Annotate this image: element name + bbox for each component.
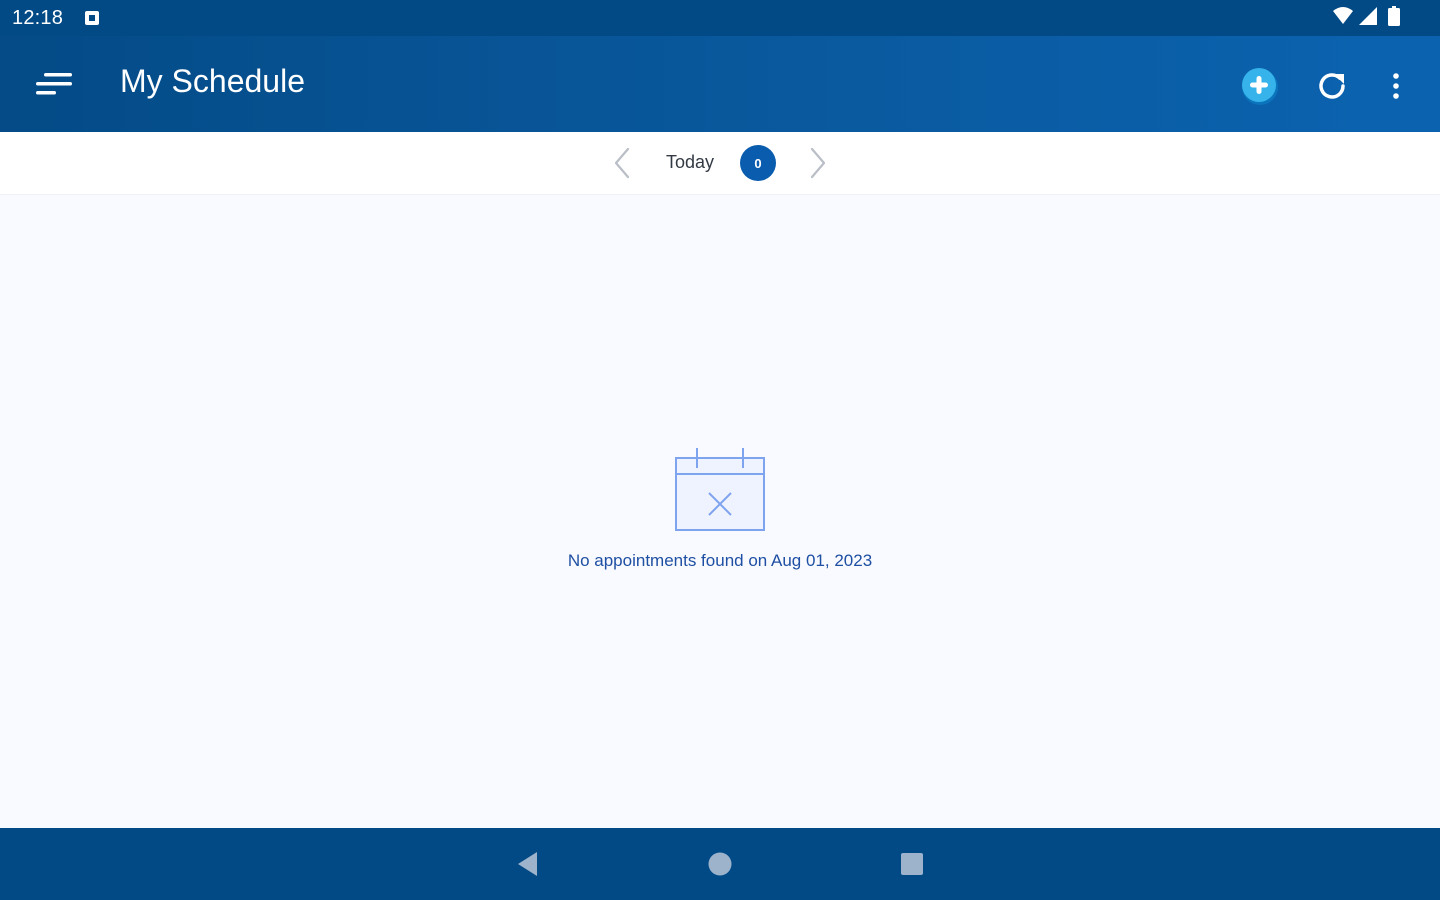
battery-icon <box>1388 5 1400 31</box>
system-back-button[interactable] <box>508 846 548 882</box>
menu-icon <box>36 73 72 95</box>
refresh-button[interactable] <box>1308 62 1356 110</box>
calendar-cancel-icon <box>670 444 770 536</box>
chevron-left-icon <box>614 147 630 179</box>
add-circle-icon <box>1242 68 1278 105</box>
notification-icon <box>84 10 100 26</box>
back-triangle-icon <box>518 852 537 876</box>
app-bar: My Schedule <box>0 36 1440 132</box>
date-navigator: Today 0 <box>0 132 1440 195</box>
home-circle-icon <box>708 852 732 876</box>
menu-button[interactable] <box>26 60 82 108</box>
page-title: My Schedule <box>120 63 305 99</box>
empty-state-message: No appointments found on Aug 01, 2023 <box>567 551 873 570</box>
status-time: 12:18 <box>12 7 64 29</box>
previous-day-button[interactable] <box>604 142 640 184</box>
wifi-icon <box>1332 6 1354 31</box>
more-options-button[interactable] <box>1376 62 1416 110</box>
appointment-count-badge: 0 <box>740 145 776 181</box>
screen: 12:18 My Schedule Today 0 No appointment… <box>0 0 1440 900</box>
system-home-button[interactable] <box>700 846 740 882</box>
chevron-right-icon <box>810 147 826 179</box>
status-bar: 12:18 <box>0 0 1440 36</box>
more-vert-icon <box>1393 73 1399 99</box>
status-indicators <box>1332 5 1400 31</box>
system-navigation-bar <box>0 828 1440 900</box>
cell-signal-icon <box>1358 6 1378 31</box>
current-date-label[interactable]: Today <box>666 152 714 173</box>
next-day-button[interactable] <box>800 142 836 184</box>
add-appointment-button[interactable] <box>1236 62 1284 110</box>
refresh-icon <box>1319 73 1345 99</box>
system-recents-button[interactable] <box>892 846 932 882</box>
recents-square-icon <box>901 853 923 875</box>
